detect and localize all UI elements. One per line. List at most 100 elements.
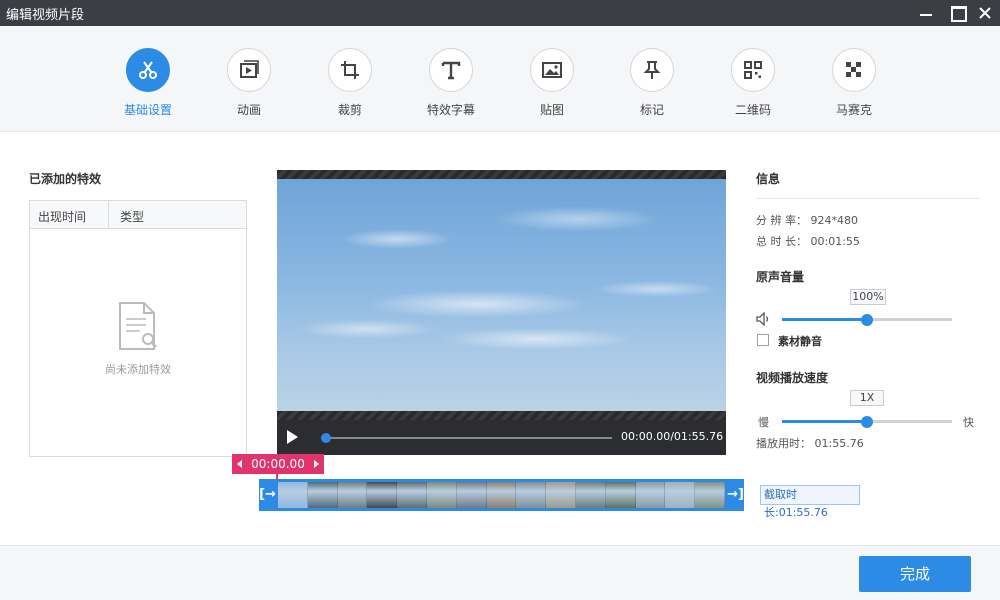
volume-slider-fill (782, 318, 867, 321)
column-header-time: 出现时间 (38, 210, 87, 224)
duration-value: 00:01:55 (810, 235, 860, 248)
duration-label: 总 时 长： (756, 235, 807, 248)
timeline-thumbnail (516, 482, 547, 508)
minimize-button[interactable] (910, 0, 940, 26)
effects-table: 出现时间 类型 尚未添加特效 (29, 200, 247, 457)
tab-marker[interactable]: 标记 (612, 48, 692, 118)
effects-table-header: 出现时间 类型 (30, 201, 246, 229)
volume-title: 原声音量 (756, 270, 805, 284)
duration-row: 总 时 长： 00:01:55 (756, 233, 860, 249)
mute-label: 素材静音 (778, 335, 822, 348)
tab-mosaic[interactable]: 马赛克 (814, 48, 894, 118)
marker-right-arrow-icon[interactable] (314, 460, 319, 468)
tab-label: 贴图 (539, 103, 564, 117)
timeline-thumbnail (575, 482, 606, 508)
speed-slow-label: 慢 (758, 416, 769, 429)
empty-state-text: 尚未添加特效 (105, 363, 171, 376)
tab-label: 标记 (639, 103, 664, 117)
speed-value: 1X (850, 390, 884, 406)
info-divider (756, 198, 980, 199)
cut-duration-label: 截取时长:01:55.76 (760, 485, 860, 519)
tab-qrcode[interactable]: 二维码 (713, 48, 793, 118)
playhead-time-marker[interactable]: 00:00.00 (232, 454, 324, 474)
video-frame (277, 179, 726, 411)
trim-end-handle[interactable]: →] (727, 479, 744, 511)
resolution-row: 分 辨 率： 924*480 (756, 212, 858, 228)
timeline-frames (278, 482, 725, 508)
timeline-thumbnail (695, 482, 725, 508)
seek-bar[interactable] (325, 437, 612, 439)
timeline-thumbnail (307, 482, 338, 508)
empty-document-icon (119, 302, 157, 350)
timeline-thumbnail (486, 482, 517, 508)
timeline-thumbnail (278, 482, 308, 508)
player-controls: 00:00.00/01:55.76 (277, 420, 726, 455)
image-icon (542, 62, 562, 78)
tab-effect-subtitle[interactable]: 特效字幕 (411, 48, 491, 118)
close-button[interactable] (970, 0, 1000, 26)
tab-label: 裁剪 (337, 103, 362, 117)
tab-icon-circle (328, 48, 372, 92)
video-stripe-bottom (277, 411, 726, 420)
resolution-value: 924*480 (810, 214, 859, 227)
text-icon (441, 61, 461, 80)
timeline-thumbnail (546, 482, 576, 508)
tab-animation[interactable]: 动画 (209, 48, 289, 118)
timeline-thumbnail (397, 482, 427, 508)
tab-icon-circle (832, 48, 876, 92)
trim-start-handle[interactable]: [→ (259, 479, 276, 511)
close-icon (979, 7, 991, 19)
tab-icon-circle (227, 48, 271, 92)
tab-icon-circle (731, 48, 775, 92)
timeline-thumbnail (605, 482, 636, 508)
tab-icon-circle (630, 48, 674, 92)
tab-sticker[interactable]: 贴图 (512, 48, 592, 118)
done-button[interactable]: 完成 (859, 556, 971, 592)
timeline-thumbnail (367, 482, 398, 508)
play-button[interactable] (287, 430, 298, 444)
timeline-strip[interactable]: [→ →] (259, 479, 744, 511)
resolution-label: 分 辨 率： (756, 214, 807, 227)
pin-icon (643, 61, 661, 79)
column-header-type: 类型 (120, 210, 145, 224)
bottom-bar (0, 545, 1000, 600)
speed-title: 视频播放速度 (756, 371, 829, 385)
info-title: 信息 (756, 172, 781, 186)
tab-icon-circle (126, 48, 170, 92)
mosaic-icon (846, 62, 861, 77)
video-preview[interactable]: 00:00.00/01:55.76 (277, 170, 726, 455)
volume-slider-knob[interactable] (861, 314, 873, 326)
scissors-icon (139, 61, 157, 79)
effects-title: 已添加的特效 (29, 172, 102, 186)
tab-label: 马赛克 (835, 103, 872, 117)
seek-knob[interactable] (321, 433, 331, 443)
tab-label: 二维码 (734, 103, 771, 117)
timeline-thumbnail (665, 482, 696, 508)
speaker-icon[interactable] (756, 312, 772, 326)
maximize-button[interactable] (942, 0, 972, 26)
marker-left-arrow-icon[interactable] (237, 460, 242, 468)
qrcode-icon (744, 61, 762, 79)
window-title: 编辑视频片段 (6, 8, 85, 23)
tab-crop[interactable]: 裁剪 (310, 48, 390, 118)
tab-label: 特效字幕 (426, 103, 475, 117)
tab-label: 基础设置 (123, 103, 172, 117)
toolbar: 基础设置 动画 裁剪 特效字幕 贴图 标记 二维码 马赛克 (0, 26, 1000, 132)
animation-icon (240, 60, 259, 78)
tab-icon-circle (530, 48, 574, 92)
column-divider (108, 201, 109, 229)
playhead-time: 00:00.00 (251, 457, 305, 471)
play-time-row: 播放用时： 01:55.76 (756, 435, 864, 451)
speed-slider-fill (782, 420, 867, 423)
tab-label: 动画 (236, 103, 261, 117)
tab-basic-settings[interactable]: 基础设置 (108, 48, 188, 118)
timeline-thumbnail (426, 482, 457, 508)
timeline-thumbnail (635, 482, 666, 508)
crop-icon (341, 61, 359, 79)
timeline-thumbnail (456, 482, 487, 508)
video-stripe-top (277, 170, 726, 179)
timeline-thumbnail (337, 482, 368, 508)
speed-slider-knob[interactable] (861, 416, 873, 428)
mute-checkbox[interactable] (757, 334, 769, 346)
volume-value: 100% (850, 289, 886, 305)
